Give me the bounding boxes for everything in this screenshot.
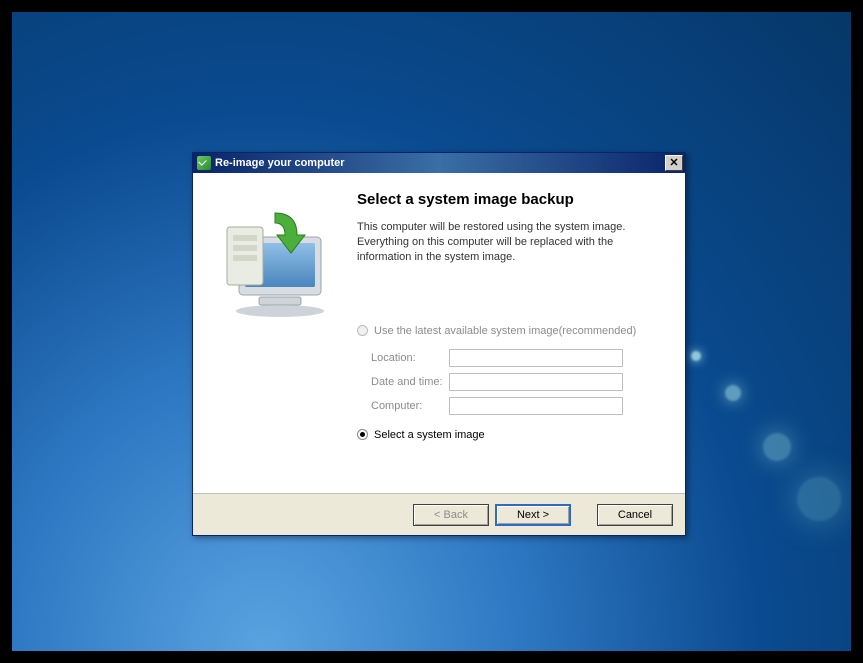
decor-flare (797, 477, 841, 521)
radio-dot-icon (360, 432, 365, 437)
back-button: < Back (413, 504, 489, 526)
close-icon: ✕ (669, 158, 678, 169)
close-button[interactable]: ✕ (665, 155, 683, 171)
option-select-image[interactable]: Select a system image (357, 429, 661, 441)
window-title: Re-image your computer (215, 157, 665, 169)
cancel-button[interactable]: Cancel (597, 504, 673, 526)
location-value (449, 349, 623, 367)
dialog-footer: < Back Next > Cancel (193, 493, 685, 535)
page-description: This computer will be restored using the… (357, 220, 647, 265)
decor-flare (725, 385, 741, 401)
field-computer: Computer: (371, 397, 661, 415)
decor-flare (763, 433, 791, 461)
dialog-content: Select a system image backup This comput… (193, 173, 685, 493)
option-use-latest: Use the latest available system image(re… (357, 325, 661, 337)
reimage-graphic-icon (205, 193, 345, 333)
titlebar[interactable]: Re-image your computer ✕ (193, 153, 685, 173)
radio-icon (357, 429, 368, 440)
next-button[interactable]: Next > (495, 504, 571, 526)
dialog-main: Select a system image backup This comput… (357, 173, 685, 493)
field-location: Location: (371, 349, 661, 367)
latest-image-details: Location: Date and time: Computer: (371, 349, 661, 415)
decor-flare (691, 351, 701, 361)
wizard-graphic-pane (193, 173, 357, 493)
reimage-dialog: Re-image your computer ✕ (192, 152, 686, 536)
datetime-label: Date and time: (371, 376, 449, 388)
datetime-value (449, 373, 623, 391)
option-select-image-label: Select a system image (374, 429, 485, 441)
computer-label: Computer: (371, 400, 449, 412)
desktop-background: Re-image your computer ✕ (12, 12, 851, 651)
option-use-latest-label: Use the latest available system image(re… (374, 325, 636, 337)
page-heading: Select a system image backup (357, 191, 661, 208)
location-label: Location: (371, 352, 449, 364)
radio-icon (357, 325, 368, 336)
computer-value (449, 397, 623, 415)
field-datetime: Date and time: (371, 373, 661, 391)
app-icon (197, 156, 211, 170)
